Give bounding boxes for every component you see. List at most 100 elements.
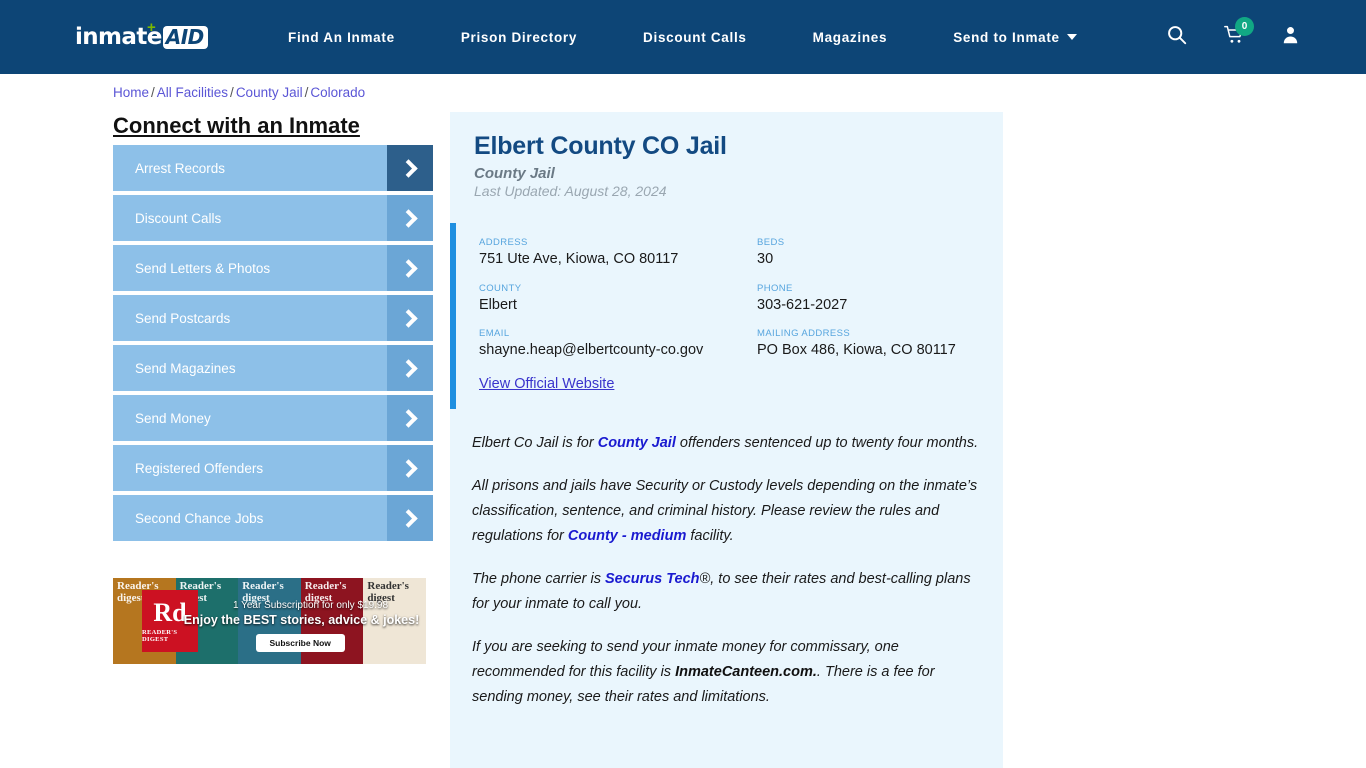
sidebar-item-send-postcards[interactable]: Send Postcards	[113, 295, 433, 341]
breadcrumb-item-all-facilities[interactable]: All Facilities	[157, 85, 228, 100]
user-icon[interactable]	[1281, 24, 1300, 50]
sidebar-item-label: Send Magazines	[135, 360, 236, 376]
description-paragraph-4: If you are seeking to send your inmate m…	[472, 635, 981, 710]
chevron-right-icon	[387, 295, 433, 341]
info-value: PO Box 486, Kiowa, CO 80117	[757, 342, 956, 359]
sidebar-item-label: Second Chance Jobs	[135, 510, 264, 526]
chevron-right-icon	[387, 395, 433, 441]
nav-label: Magazines	[812, 29, 888, 45]
description-paragraph-1: Elbert Co Jail is for County Jail offend…	[472, 431, 981, 456]
info-value: 303-621-2027	[757, 296, 848, 313]
info-label: BEDS	[757, 237, 785, 248]
search-icon[interactable]	[1166, 24, 1187, 50]
facility-description: Elbert Co Jail is for County Jail offend…	[450, 409, 1003, 709]
info-value: Elbert	[479, 296, 517, 313]
chevron-down-icon	[1066, 33, 1077, 40]
info-field-address: ADDRESS 751 Ute Ave, Kiowa, CO 80117	[479, 237, 757, 269]
sidebar-item-label: Registered Offenders	[135, 460, 264, 476]
sidebar-item-label: Send Postcards	[135, 310, 231, 326]
facility-info-grid: ADDRESS 751 Ute Ave, Kiowa, CO 80117 BED…	[479, 237, 979, 374]
facility-panel: Elbert County CO Jail County Jail Last U…	[450, 112, 1003, 768]
nav-item-discount-calls[interactable]: Discount Calls	[610, 30, 780, 45]
sidebar-title: Connect with an Inmate	[113, 113, 360, 138]
site-header: inmate AID + Find An Inmate Prison Direc…	[0, 0, 1366, 74]
sidebar-item-second-chance-jobs[interactable]: Second Chance Jobs	[113, 495, 433, 541]
description-paragraph-3: The phone carrier is Securus Tech®, to s…	[472, 567, 981, 617]
accent-bar	[450, 223, 456, 410]
info-field-beds: BEDS 30	[757, 237, 979, 269]
info-field-county: COUNTY Elbert	[479, 283, 757, 315]
view-official-website-link[interactable]: View Official Website	[479, 376, 614, 392]
info-field-phone: PHONE 303-621-2027	[757, 283, 979, 315]
p4-highlight[interactable]: InmateCanteen.com.	[675, 664, 817, 680]
info-label: MAILING ADDRESS	[757, 328, 851, 340]
info-value: 751 Ute Ave, Kiowa, CO 80117	[479, 251, 679, 267]
site-logo[interactable]: inmate AID +	[75, 19, 208, 52]
ad-headline: 1 Year Subscription for only $19.98	[232, 600, 389, 611]
page-title: Elbert County CO Jail	[474, 132, 727, 160]
p2-text-b: facility.	[686, 527, 734, 544]
sidebar-item-label: Arrest Records	[135, 160, 226, 176]
ad-logo-mark: Rd	[153, 597, 187, 627]
logo-badge: AID	[162, 25, 208, 49]
p1-text-a: Elbert Co Jail is for	[472, 435, 598, 452]
breadcrumb-separator: /	[304, 85, 309, 100]
sidebar-item-label: Discount Calls	[135, 210, 222, 226]
p1-highlight[interactable]: County Jail	[598, 435, 676, 451]
nav-item-send-to-inmate[interactable]: Send to Inmate	[920, 30, 1110, 45]
info-label: EMAIL	[479, 328, 510, 340]
p3-text-a: The phone carrier is	[472, 570, 605, 587]
p2-highlight[interactable]: County - medium	[568, 528, 686, 544]
chevron-right-icon	[387, 145, 433, 191]
nav-label: Send to Inmate	[953, 29, 1060, 45]
sidebar-menu: Arrest Records Discount Calls Send Lette…	[113, 145, 433, 545]
sidebar-item-registered-offenders[interactable]: Registered Offenders	[113, 445, 433, 491]
last-updated: Last Updated: August 28, 2024	[474, 183, 667, 199]
nav-item-magazines[interactable]: Magazines	[780, 30, 921, 45]
sidebar-item-send-letters-photos[interactable]: Send Letters & Photos	[113, 245, 433, 291]
p3-highlight[interactable]: Securus Tech	[605, 571, 700, 587]
chevron-right-icon	[387, 445, 433, 491]
nav-label: Prison Directory	[460, 29, 578, 45]
sidebar-item-label: Send Money	[135, 410, 211, 426]
nav-item-prison-directory[interactable]: Prison Directory	[428, 30, 610, 45]
facility-header: Elbert County CO Jail County Jail Last U…	[450, 112, 1003, 199]
nav-item-find-an-inmate[interactable]: Find An Inmate	[255, 30, 428, 45]
cart-icon[interactable]: 0	[1223, 16, 1254, 50]
info-label: PHONE	[757, 282, 793, 294]
info-field-mailing-address: MAILING ADDRESS PO Box 486, Kiowa, CO 80…	[757, 328, 979, 360]
sidebar-item-send-money[interactable]: Send Money	[113, 395, 433, 441]
breadcrumb-item-county-jail[interactable]: County Jail	[236, 85, 303, 100]
sidebar-item-send-magazines[interactable]: Send Magazines	[113, 345, 433, 391]
sidebar-item-arrest-records[interactable]: Arrest Records	[113, 145, 433, 191]
nav-label: Discount Calls	[643, 29, 747, 45]
cart-count-badge: 0	[1235, 16, 1254, 36]
chevron-right-icon	[387, 245, 433, 291]
ad-subheadline: Enjoy the BEST stories, advice & jokes!	[183, 613, 420, 627]
ad-subscribe-button[interactable]: Subscribe Now	[255, 634, 345, 652]
breadcrumb: Home / All Facilities / County Jail / Colorado	[113, 85, 365, 100]
info-label: COUNTY	[479, 282, 522, 294]
chevron-right-icon	[387, 345, 433, 391]
info-field-email: EMAIL shayne.heap@elbertcounty-co.gov	[479, 328, 757, 360]
advertisement-banner[interactable]: Reader's digest Reader's digest Reader's…	[113, 578, 426, 664]
info-label: ADDRESS	[479, 237, 528, 248]
facility-type: County Jail	[474, 165, 555, 182]
description-paragraph-2: All prisons and jails have Security or C…	[472, 474, 981, 549]
breadcrumb-item-colorado[interactable]: Colorado	[310, 85, 365, 100]
p1-text-b: offenders sentenced up to twenty four mo…	[675, 435, 979, 452]
breadcrumb-item-home[interactable]: Home	[113, 85, 149, 100]
chevron-right-icon	[387, 495, 433, 541]
plus-icon: +	[147, 19, 156, 36]
nav-label: Find An Inmate	[288, 29, 395, 45]
info-value: 30	[757, 251, 774, 267]
header-actions: 0	[1166, 0, 1300, 74]
chevron-right-icon	[387, 195, 433, 241]
facility-info-box: ADDRESS 751 Ute Ave, Kiowa, CO 80117 BED…	[450, 223, 1003, 410]
sidebar-item-label: Send Letters & Photos	[135, 260, 271, 276]
breadcrumb-separator: /	[151, 85, 155, 100]
registered-mark: ®	[699, 570, 711, 587]
sidebar-item-discount-calls[interactable]: Discount Calls	[113, 195, 433, 241]
main-nav: Find An Inmate Prison Directory Discount…	[255, 0, 1110, 74]
breadcrumb-separator: /	[230, 85, 234, 100]
